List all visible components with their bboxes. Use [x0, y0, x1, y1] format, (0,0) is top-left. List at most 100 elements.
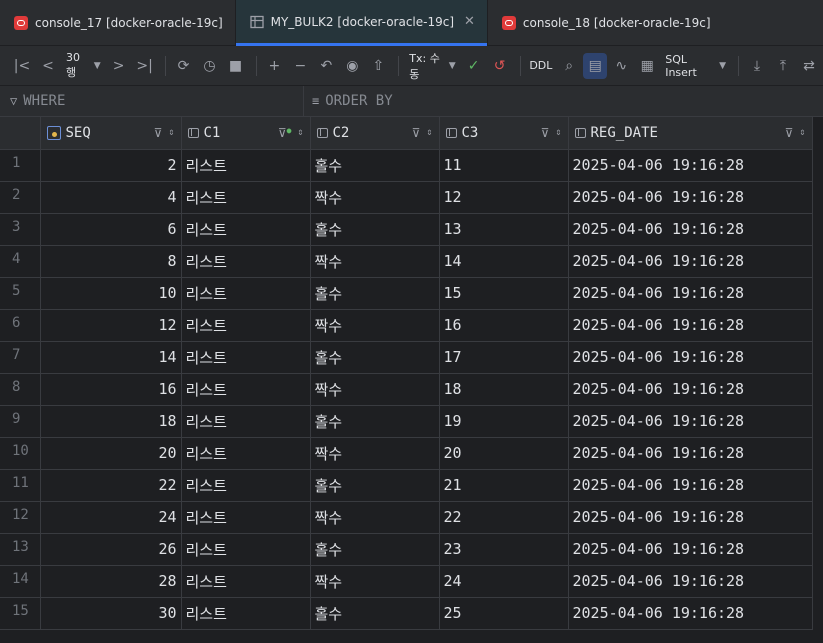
- cell-c1[interactable]: 리스트: [181, 501, 311, 534]
- cell-reg-date[interactable]: 2025-04-06 19:16:28: [568, 245, 813, 278]
- table-row[interactable]: 9 18 리스트 홀수 19 2025-04-06 19:16:28: [0, 405, 813, 438]
- cell-c3[interactable]: 22: [439, 501, 569, 534]
- cell-c3[interactable]: 19: [439, 405, 569, 438]
- transpose-icon[interactable]: ⇄: [797, 53, 821, 79]
- cell-seq[interactable]: 2: [40, 149, 182, 182]
- column-header-c2[interactable]: C2 ⊽ ⇕: [310, 117, 440, 150]
- cell-c2[interactable]: 짝수: [310, 437, 440, 470]
- cell-c3[interactable]: 13: [439, 213, 569, 246]
- download-icon[interactable]: ⤓: [745, 53, 769, 79]
- table-row[interactable]: 2 4 리스트 짝수 12 2025-04-06 19:16:28: [0, 181, 813, 214]
- cell-c1[interactable]: 리스트: [181, 533, 311, 566]
- revert-icon[interactable]: ↶: [314, 53, 338, 79]
- sort-icon[interactable]: ⇕: [555, 127, 561, 138]
- cell-c3[interactable]: 15: [439, 277, 569, 310]
- cell-c3[interactable]: 25: [439, 597, 569, 630]
- first-page-icon[interactable]: |<: [10, 53, 34, 79]
- cell-c3[interactable]: 18: [439, 373, 569, 406]
- cell-seq[interactable]: 24: [40, 501, 182, 534]
- next-page-icon[interactable]: >: [107, 53, 131, 79]
- compare-icon[interactable]: ▤: [583, 52, 608, 79]
- rollback-icon[interactable]: ↺: [488, 53, 512, 79]
- cell-c1[interactable]: 리스트: [181, 181, 311, 214]
- cell-c2[interactable]: 짝수: [310, 565, 440, 598]
- cell-c2[interactable]: 홀수: [310, 597, 440, 630]
- cell-c1[interactable]: 리스트: [181, 565, 311, 598]
- cell-c2[interactable]: 짝수: [310, 501, 440, 534]
- where-filter-input[interactable]: ▽ WHERE: [0, 85, 304, 117]
- filter-icon[interactable]: ⊽: [785, 126, 794, 140]
- order-by-input[interactable]: ≡ ORDER BY: [304, 93, 393, 109]
- cell-c1[interactable]: 리스트: [181, 277, 311, 310]
- cell-c1[interactable]: 리스트: [181, 149, 311, 182]
- tx-mode-select[interactable]: Tx: 수동 ▼: [405, 52, 459, 81]
- cell-seq[interactable]: 8: [40, 245, 182, 278]
- cell-reg-date[interactable]: 2025-04-06 19:16:28: [568, 373, 813, 406]
- table-row[interactable]: 11 22 리스트 홀수 21 2025-04-06 19:16:28: [0, 469, 813, 502]
- refresh-icon[interactable]: ⟳: [172, 53, 196, 79]
- sort-icon[interactable]: ⇕: [297, 127, 303, 138]
- cell-c1[interactable]: 리스트: [181, 405, 311, 438]
- upload-icon[interactable]: ⤒: [771, 53, 795, 79]
- tab-console-17[interactable]: console_17 [docker-oracle-19c]: [0, 0, 235, 46]
- cell-seq[interactable]: 16: [40, 373, 182, 406]
- submit-icon[interactable]: ⇧: [366, 53, 390, 79]
- table-row[interactable]: 8 16 리스트 짝수 18 2025-04-06 19:16:28: [0, 373, 813, 406]
- tab-my-bulk2[interactable]: MY_BULK2 [docker-oracle-19c] ✕: [235, 0, 487, 46]
- cell-c1[interactable]: 리스트: [181, 309, 311, 342]
- cell-reg-date[interactable]: 2025-04-06 19:16:28: [568, 469, 813, 502]
- filter-icon[interactable]: ⊽: [541, 126, 550, 140]
- table-row[interactable]: 3 6 리스트 홀수 13 2025-04-06 19:16:28: [0, 213, 813, 246]
- table-row[interactable]: 6 12 리스트 짝수 16 2025-04-06 19:16:28: [0, 309, 813, 342]
- filter-active-icon[interactable]: ⊽●: [278, 126, 292, 140]
- table-row[interactable]: 4 8 리스트 짝수 14 2025-04-06 19:16:28: [0, 245, 813, 278]
- cell-c3[interactable]: 16: [439, 309, 569, 342]
- cell-c3[interactable]: 20: [439, 437, 569, 470]
- export-format-select[interactable]: SQL Insert ▼: [661, 53, 730, 79]
- sort-icon[interactable]: ⇕: [799, 127, 805, 138]
- cell-c2[interactable]: 홀수: [310, 341, 440, 374]
- table-row[interactable]: 13 26 리스트 홀수 23 2025-04-06 19:16:28: [0, 533, 813, 566]
- cell-reg-date[interactable]: 2025-04-06 19:16:28: [568, 149, 813, 182]
- cell-c1[interactable]: 리스트: [181, 341, 311, 374]
- cell-c2[interactable]: 짝수: [310, 309, 440, 342]
- cell-c2[interactable]: 홀수: [310, 149, 440, 182]
- cell-seq[interactable]: 4: [40, 181, 182, 214]
- cell-reg-date[interactable]: 2025-04-06 19:16:28: [568, 181, 813, 214]
- cell-c2[interactable]: 홀수: [310, 533, 440, 566]
- cell-seq[interactable]: 14: [40, 341, 182, 374]
- table-row[interactable]: 7 14 리스트 홀수 17 2025-04-06 19:16:28: [0, 341, 813, 374]
- cell-c2[interactable]: 짝수: [310, 245, 440, 278]
- cell-reg-date[interactable]: 2025-04-06 19:16:28: [568, 277, 813, 310]
- cell-seq[interactable]: 20: [40, 437, 182, 470]
- cell-seq[interactable]: 28: [40, 565, 182, 598]
- view-icon[interactable]: ◉: [340, 53, 364, 79]
- cell-seq[interactable]: 18: [40, 405, 182, 438]
- add-row-icon[interactable]: +: [262, 53, 286, 79]
- sort-icon[interactable]: ⇕: [426, 127, 432, 138]
- cell-c3[interactable]: 12: [439, 181, 569, 214]
- column-header-seq[interactable]: SEQ ⊽ ⇕: [40, 117, 182, 150]
- cell-c3[interactable]: 11: [439, 149, 569, 182]
- cell-reg-date[interactable]: 2025-04-06 19:16:28: [568, 309, 813, 342]
- cell-c3[interactable]: 14: [439, 245, 569, 278]
- filter-icon[interactable]: ⊽: [154, 126, 163, 140]
- cell-c3[interactable]: 21: [439, 469, 569, 502]
- cell-c2[interactable]: 홀수: [310, 213, 440, 246]
- chart-icon[interactable]: ∿: [609, 53, 633, 79]
- table-row[interactable]: 5 10 리스트 홀수 15 2025-04-06 19:16:28: [0, 277, 813, 310]
- cell-reg-date[interactable]: 2025-04-06 19:16:28: [568, 501, 813, 534]
- cell-reg-date[interactable]: 2025-04-06 19:16:28: [568, 405, 813, 438]
- cell-reg-date[interactable]: 2025-04-06 19:16:28: [568, 341, 813, 374]
- commit-icon[interactable]: ✓: [462, 53, 486, 79]
- last-page-icon[interactable]: >|: [133, 53, 157, 79]
- table-row[interactable]: 12 24 리스트 짝수 22 2025-04-06 19:16:28: [0, 501, 813, 534]
- cell-seq[interactable]: 10: [40, 277, 182, 310]
- column-header-c3[interactable]: C3 ⊽ ⇕: [439, 117, 569, 150]
- cell-seq[interactable]: 12: [40, 309, 182, 342]
- cell-c2[interactable]: 짝수: [310, 373, 440, 406]
- cell-seq[interactable]: 6: [40, 213, 182, 246]
- cell-seq[interactable]: 26: [40, 533, 182, 566]
- cell-c3[interactable]: 23: [439, 533, 569, 566]
- ddl-button[interactable]: DDL: [527, 53, 556, 79]
